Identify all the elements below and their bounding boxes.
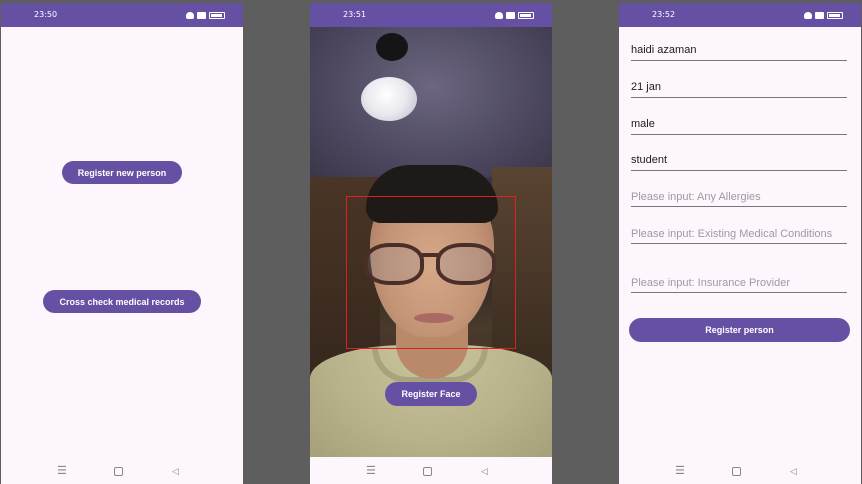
navigation-bar: ☰ ◁ bbox=[619, 458, 861, 484]
navigation-bar: ☰ ◁ bbox=[1, 458, 243, 484]
record-icon bbox=[506, 11, 515, 19]
register-form-screen: 23:52 haidi azaman 21 jan male student P… bbox=[619, 3, 861, 484]
nav-home-icon[interactable] bbox=[423, 467, 432, 476]
status-bar: 23:51 bbox=[310, 3, 552, 27]
status-bar: 23:52 bbox=[619, 3, 861, 27]
occupation-field-value: student bbox=[631, 154, 668, 166]
battery-icon bbox=[209, 11, 225, 19]
status-time: 23:50 bbox=[34, 10, 58, 19]
nav-menu-icon[interactable]: ☰ bbox=[366, 464, 376, 478]
name-field[interactable]: haidi azaman bbox=[631, 43, 847, 61]
ceiling bbox=[310, 27, 552, 177]
mute-icon bbox=[804, 11, 812, 19]
mute-icon bbox=[495, 11, 503, 19]
navigation-bar: ☰ ◁ bbox=[310, 458, 552, 484]
register-new-person-button[interactable]: Register new person bbox=[62, 161, 182, 184]
date-field-value: 21 jan bbox=[631, 81, 661, 93]
status-bar: 23:50 bbox=[1, 3, 243, 27]
status-time: 23:51 bbox=[343, 10, 367, 19]
status-icons bbox=[495, 11, 534, 19]
nav-home-icon[interactable] bbox=[114, 467, 123, 476]
home-screen: 23:50 Register new person Cross check me… bbox=[1, 3, 243, 484]
battery-icon bbox=[827, 11, 843, 19]
allergies-field[interactable]: Please input: Any Allergies bbox=[631, 191, 847, 207]
medical-conditions-field-placeholder: Please input: Existing Medical Condition… bbox=[631, 228, 833, 240]
name-field-value: haidi azaman bbox=[631, 44, 697, 56]
medical-conditions-field[interactable]: Please input: Existing Medical Condition… bbox=[631, 228, 847, 244]
lamp-base bbox=[376, 33, 408, 61]
face-capture-screen: 23:51 Register Face ☰ ◁ bbox=[310, 3, 552, 484]
nav-back-icon[interactable]: ◁ bbox=[172, 464, 179, 478]
nav-back-icon[interactable]: ◁ bbox=[481, 464, 488, 478]
lamp-bulb bbox=[361, 77, 417, 121]
date-field[interactable]: 21 jan bbox=[631, 80, 847, 98]
status-icons bbox=[804, 11, 843, 19]
insurance-provider-field[interactable]: Please input: Insurance Provider bbox=[631, 277, 847, 293]
record-icon bbox=[815, 11, 824, 19]
battery-icon bbox=[518, 11, 534, 19]
register-person-button[interactable]: Register person bbox=[629, 318, 850, 342]
allergies-field-placeholder: Please input: Any Allergies bbox=[631, 191, 761, 203]
nav-menu-icon[interactable]: ☰ bbox=[57, 464, 67, 478]
gender-field-value: male bbox=[631, 118, 655, 130]
nav-home-icon[interactable] bbox=[732, 467, 741, 476]
status-icons bbox=[186, 11, 225, 19]
nav-back-icon[interactable]: ◁ bbox=[790, 464, 797, 478]
register-face-button[interactable]: Register Face bbox=[385, 382, 477, 406]
face-detection-box bbox=[346, 196, 516, 349]
occupation-field[interactable]: student bbox=[631, 153, 847, 171]
insurance-provider-field-placeholder: Please input: Insurance Provider bbox=[631, 277, 790, 289]
mute-icon bbox=[186, 11, 194, 19]
gender-field[interactable]: male bbox=[631, 117, 847, 135]
status-time: 23:52 bbox=[652, 10, 676, 19]
nav-menu-icon[interactable]: ☰ bbox=[675, 464, 685, 478]
cross-check-medical-records-button[interactable]: Cross check medical records bbox=[43, 290, 201, 313]
record-icon bbox=[197, 11, 206, 19]
